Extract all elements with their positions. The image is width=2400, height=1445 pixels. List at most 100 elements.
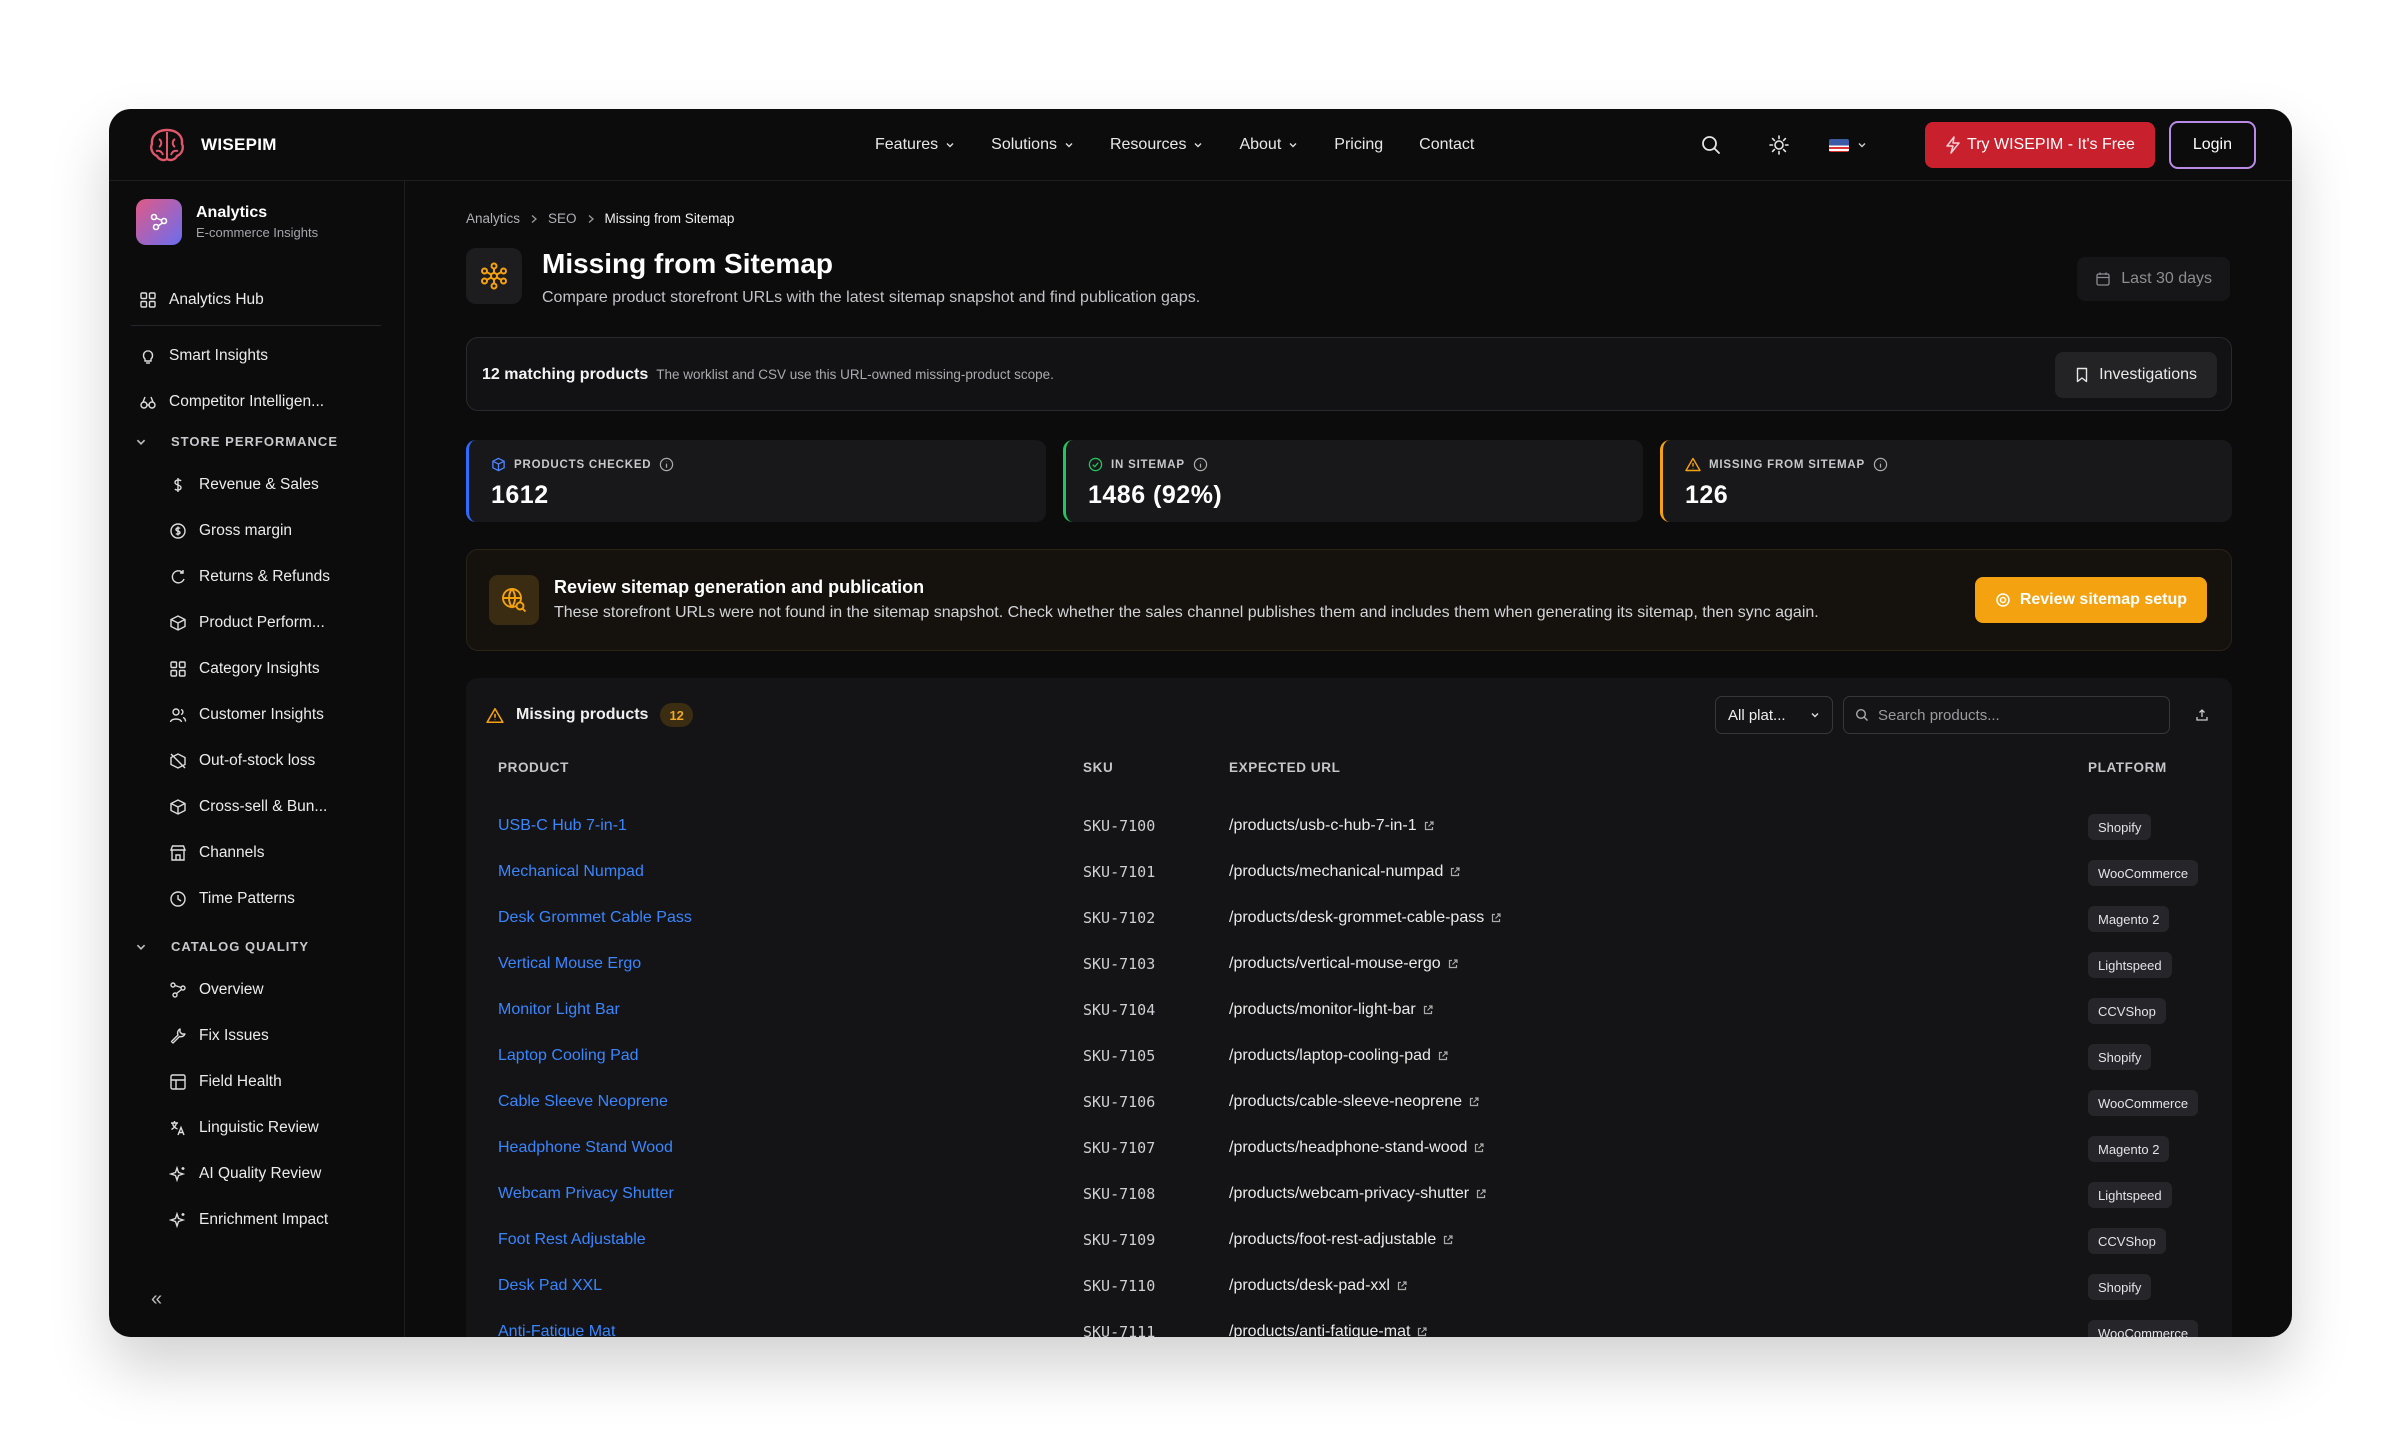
package-off-icon bbox=[170, 753, 186, 769]
product-link[interactable]: USB-C Hub 7-in-1 bbox=[498, 817, 627, 835]
sidebar-item-channels[interactable]: Channels bbox=[169, 844, 265, 862]
sidebar-item-fix-issues[interactable]: Fix Issues bbox=[169, 1027, 269, 1045]
table-row: Webcam Privacy Shutter SKU-7108/products/… bbox=[466, 1172, 2232, 1218]
external-link-icon[interactable] bbox=[1468, 1096, 1480, 1108]
try-free-button[interactable]: Try WISEPIM - It's Free bbox=[1925, 122, 2155, 168]
sidebar-item-ai-quality-review[interactable]: AI Quality Review bbox=[169, 1165, 321, 1183]
external-link-icon[interactable] bbox=[1473, 1142, 1485, 1154]
product-link[interactable]: Desk Pad XXL bbox=[498, 1277, 602, 1295]
product-link[interactable]: Anti-Fatigue Mat bbox=[498, 1323, 615, 1337]
external-link-icon[interactable] bbox=[1442, 1234, 1454, 1246]
language-selector[interactable] bbox=[1829, 138, 1867, 152]
external-link-icon[interactable] bbox=[1396, 1280, 1408, 1292]
section-store-performance[interactable]: STORE PERFORMANCE bbox=[135, 434, 338, 449]
info-icon[interactable] bbox=[1193, 457, 1208, 472]
export-button[interactable] bbox=[2190, 703, 2214, 727]
date-range-button[interactable]: Last 30 days bbox=[2077, 257, 2230, 301]
nav-contact[interactable]: Contact bbox=[1419, 136, 1474, 154]
kpi-label-text: IN SITEMAP bbox=[1111, 458, 1185, 471]
theme-toggle-button[interactable] bbox=[1761, 127, 1797, 163]
product-link[interactable]: Webcam Privacy Shutter bbox=[498, 1185, 674, 1203]
nav-resources[interactable]: Resources bbox=[1110, 136, 1203, 154]
expected-url-cell: /products/webcam-privacy-shutter bbox=[1229, 1185, 1487, 1203]
sidebar-app-subtitle: E-commerce Insights bbox=[196, 225, 319, 240]
nav-about[interactable]: About bbox=[1239, 136, 1298, 154]
logo[interactable]: WISEPIM bbox=[147, 126, 277, 164]
review-sitemap-setup-button[interactable]: Review sitemap setup bbox=[1974, 577, 2207, 623]
product-link[interactable]: Monitor Light Bar bbox=[498, 1001, 620, 1019]
info-icon[interactable] bbox=[1873, 457, 1888, 472]
breadcrumb-analytics[interactable]: Analytics bbox=[466, 211, 520, 226]
sidebar-item-competitor-intelligence[interactable]: Competitor Intelligen... bbox=[139, 393, 324, 411]
kpi-value: 1612 bbox=[491, 481, 549, 509]
sidebar-item-time-patterns[interactable]: Time Patterns bbox=[169, 890, 295, 908]
platform-badge: Shopify bbox=[2088, 1044, 2152, 1070]
nodes-icon bbox=[170, 982, 186, 998]
sidebar-item-enrichment-impact[interactable]: Enrichment Impact bbox=[169, 1211, 328, 1229]
sidebar-item-analytics-hub[interactable]: Analytics Hub bbox=[139, 291, 264, 309]
search-button[interactable] bbox=[1693, 127, 1729, 163]
chevron-down-icon bbox=[136, 944, 146, 950]
external-link-icon[interactable] bbox=[1423, 820, 1435, 832]
nav-solutions[interactable]: Solutions bbox=[991, 136, 1074, 154]
investigations-button[interactable]: Investigations bbox=[2055, 352, 2217, 398]
column-header-sku[interactable]: SKU bbox=[1083, 760, 1113, 775]
product-link[interactable]: Mechanical Numpad bbox=[498, 863, 644, 881]
breadcrumb-seo[interactable]: SEO bbox=[548, 211, 577, 226]
product-link[interactable]: Foot Rest Adjustable bbox=[498, 1231, 646, 1249]
review-sitemap-label: Review sitemap setup bbox=[2019, 591, 2187, 608]
column-header-platform[interactable]: PLATFORM bbox=[2088, 760, 2167, 775]
collapse-sidebar-button[interactable]: « bbox=[151, 1288, 162, 1311]
search-icon bbox=[1855, 708, 1868, 721]
external-link-icon[interactable] bbox=[1449, 866, 1461, 878]
kpi-value: 126 bbox=[1685, 481, 1729, 509]
external-link-icon[interactable] bbox=[1475, 1188, 1487, 1200]
sidebar-item-out-of-stock-loss[interactable]: Out-of-stock loss bbox=[169, 752, 315, 770]
nav-pricing[interactable]: Pricing bbox=[1334, 136, 1383, 154]
upload-icon bbox=[2196, 709, 2208, 721]
external-link-icon[interactable] bbox=[1490, 912, 1502, 924]
external-link-icon[interactable] bbox=[1422, 1004, 1434, 1016]
sku-cell: SKU-7108 bbox=[1083, 1185, 1156, 1203]
product-link[interactable]: Cable Sleeve Neoprene bbox=[498, 1093, 668, 1111]
sidebar-item-returns-refunds[interactable]: Returns & Refunds bbox=[169, 568, 330, 586]
expected-url-text: /products/cable-sleeve-neoprene bbox=[1229, 1093, 1463, 1110]
external-link-icon[interactable] bbox=[1437, 1050, 1449, 1062]
sidebar-item-revenue-sales[interactable]: Revenue & Sales bbox=[169, 476, 319, 494]
platform-badge: Shopify bbox=[2088, 814, 2152, 840]
login-button[interactable]: Login bbox=[2168, 121, 2256, 169]
sidebar-item-field-health[interactable]: Field Health bbox=[169, 1073, 282, 1091]
sku-cell: SKU-7102 bbox=[1083, 909, 1156, 927]
section-catalog-quality[interactable]: CATALOG QUALITY bbox=[135, 939, 309, 954]
platform-filter-select[interactable]: All plat... bbox=[1715, 696, 1833, 734]
column-header-expected-url[interactable]: EXPECTED URL bbox=[1229, 760, 1340, 775]
sidebar-app-header[interactable]: Analytics E-commerce Insights bbox=[136, 199, 318, 245]
expected-url-cell: /products/desk-pad-xxl bbox=[1229, 1277, 1408, 1295]
expected-url-text: /products/monitor-light-bar bbox=[1229, 1001, 1416, 1018]
external-link-icon[interactable] bbox=[1447, 958, 1459, 970]
sidebar-item-overview[interactable]: Overview bbox=[169, 981, 264, 999]
table-title: Missing products 12 bbox=[486, 703, 693, 727]
scope-summary-card: 12 matching products The worklist and CSV… bbox=[466, 337, 2232, 411]
sparkles-icon bbox=[169, 1211, 186, 1229]
product-link[interactable]: Headphone Stand Wood bbox=[498, 1139, 673, 1157]
external-link-icon[interactable] bbox=[1416, 1326, 1428, 1337]
column-header-product[interactable]: PRODUCT bbox=[498, 760, 569, 775]
product-search-input[interactable] bbox=[1878, 706, 2158, 724]
product-link[interactable]: Vertical Mouse Ergo bbox=[498, 955, 641, 973]
info-icon[interactable] bbox=[659, 457, 674, 472]
platform-badge: Magento 2 bbox=[2088, 1136, 2170, 1162]
dollar-icon bbox=[174, 478, 182, 492]
sidebar-item-cross-sell-bundles[interactable]: Cross-sell & Bun... bbox=[169, 798, 327, 816]
sidebar-item-smart-insights[interactable]: Smart Insights bbox=[139, 347, 268, 365]
sidebar-item-customer-insights[interactable]: Customer Insights bbox=[169, 706, 324, 724]
expected-url-cell: /products/vertical-mouse-ergo bbox=[1229, 955, 1459, 973]
sidebar-item-category-insights[interactable]: Category Insights bbox=[169, 660, 320, 678]
product-link[interactable]: Desk Grommet Cable Pass bbox=[498, 909, 692, 927]
product-link[interactable]: Laptop Cooling Pad bbox=[498, 1047, 639, 1065]
sidebar-item-gross-margin[interactable]: Gross margin bbox=[169, 522, 292, 540]
nav-features[interactable]: Features bbox=[875, 136, 955, 154]
sidebar-item-linguistic-review[interactable]: Linguistic Review bbox=[169, 1119, 319, 1137]
app-window: WISEPIM Features Solutions Resources Abo… bbox=[109, 109, 2292, 1337]
sidebar-item-product-performance[interactable]: Product Perform... bbox=[169, 614, 325, 632]
